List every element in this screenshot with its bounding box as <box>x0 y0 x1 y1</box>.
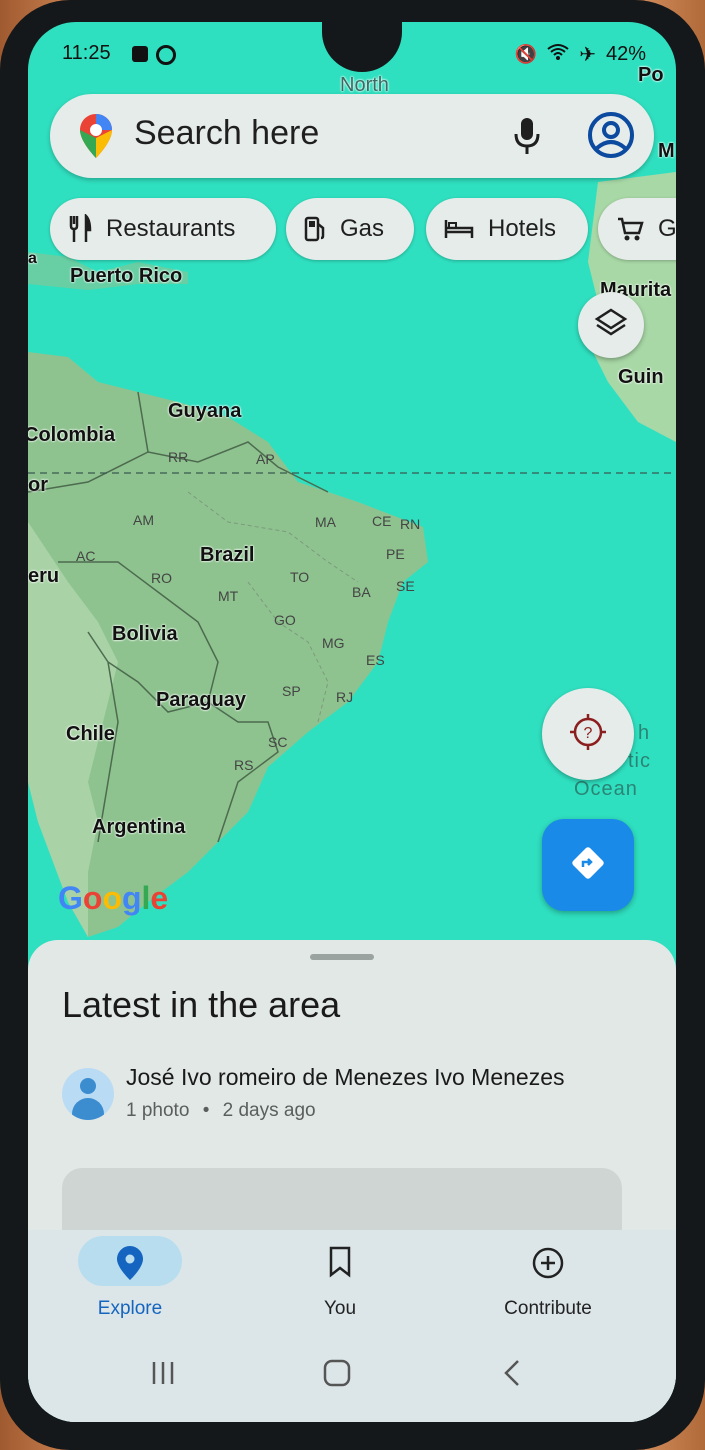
bookmark-icon <box>328 1246 352 1283</box>
state-label: AC <box>76 548 96 564</box>
airplane-icon: ✈ <box>579 44 596 66</box>
layers-icon <box>594 306 628 345</box>
directions-icon <box>568 843 608 888</box>
map-label-ocean-1: h <box>638 722 651 744</box>
battery-level: 42% <box>605 43 646 65</box>
nav-explore[interactable]: Explore <box>30 1230 230 1330</box>
drag-handle[interactable] <box>310 954 374 960</box>
back-icon[interactable] <box>498 1358 528 1393</box>
fork-knife-icon <box>68 214 92 244</box>
post-meta: 1 photo • 2 days ago <box>126 1100 316 1122</box>
status-time: 11:25 <box>62 42 111 64</box>
my-location-button[interactable]: ? <box>542 688 634 780</box>
meta-separator: • <box>202 1100 210 1121</box>
recent-apps-icon[interactable] <box>148 1358 178 1393</box>
state-label: RN <box>400 516 421 532</box>
avatar[interactable] <box>62 1068 114 1120</box>
search-input[interactable]: Search here <box>134 114 319 153</box>
state-label: SE <box>396 578 415 594</box>
map-label-a: a <box>28 250 37 267</box>
map-label-puerto-rico: Puerto Rico <box>70 265 183 287</box>
state-label: MA <box>315 514 336 530</box>
state-label: AM <box>133 512 154 528</box>
pin-icon <box>117 1246 143 1285</box>
cart-icon <box>616 216 644 242</box>
state-label: SC <box>268 734 288 750</box>
bed-icon <box>444 218 474 240</box>
account-icon[interactable] <box>586 110 636 165</box>
chip-label: Hotels <box>488 215 557 242</box>
map-label-paraguay: Paraguay <box>156 689 247 711</box>
map-label-peru: eru <box>28 565 60 587</box>
home-icon[interactable] <box>322 1358 352 1393</box>
map-label-ocean-3: Ocean <box>574 778 638 800</box>
microphone-icon[interactable] <box>512 116 542 161</box>
notification-icon <box>132 46 148 62</box>
state-label: RR <box>168 449 189 465</box>
location-unknown-icon: ? <box>568 712 608 757</box>
nav-you[interactable]: You <box>240 1230 440 1330</box>
map-label-ocean-2: tic <box>628 750 651 772</box>
state-label: RO <box>151 570 172 586</box>
chip-hotels[interactable]: Hotels <box>426 198 588 260</box>
map-label-chile: Chile <box>66 723 115 745</box>
mute-icon: 🔇 <box>514 44 538 64</box>
sheet-title: Latest in the area <box>62 984 341 1025</box>
post-photo-count: 1 photo <box>126 1100 190 1121</box>
wifi-icon <box>547 43 569 67</box>
state-label: CE <box>372 513 392 529</box>
sync-icon <box>156 45 176 65</box>
state-label: PE <box>386 546 405 562</box>
state-label: TO <box>290 569 310 585</box>
map-label-guinea: Guin <box>618 366 664 388</box>
map-label-ecuador: or <box>28 474 48 496</box>
directions-button[interactable] <box>542 819 634 911</box>
svg-text:?: ? <box>584 725 593 742</box>
nav-label: Contribute <box>504 1298 592 1319</box>
post-time: 2 days ago <box>222 1100 316 1121</box>
map-label-guyana: Guyana <box>168 400 242 422</box>
post-author[interactable]: José Ivo romeiro de Menezes Ivo Menezes <box>126 1064 564 1091</box>
search-bar[interactable]: Search here <box>50 94 654 178</box>
chip-groceries[interactable]: G <box>598 198 676 260</box>
chip-gas[interactable]: Gas <box>286 198 414 260</box>
state-label: GO <box>274 612 296 628</box>
plus-circle-icon <box>531 1246 565 1285</box>
layers-button[interactable] <box>578 292 644 358</box>
nav-label: You <box>323 1298 357 1319</box>
state-label: MG <box>322 635 345 651</box>
maps-pin-icon <box>80 114 112 163</box>
map-label-colombia: Colombia <box>28 424 116 446</box>
chip-label: Restaurants <box>106 215 236 242</box>
map-label-bolivia: Bolivia <box>112 623 178 645</box>
map-label-m: M <box>658 140 675 162</box>
state-label: AP <box>256 451 275 467</box>
map-label-brazil: Brazil <box>200 544 255 566</box>
map-label-argentina: Argentina <box>92 816 186 838</box>
google-logo: Google <box>58 880 169 916</box>
state-label: ES <box>366 652 385 668</box>
nav-contribute[interactable]: Contribute <box>448 1230 648 1330</box>
gas-pump-icon <box>304 216 326 242</box>
state-label: BA <box>352 584 371 600</box>
phone-frame: North Po M a Puerto Rico Maurita Guin Gu… <box>0 0 705 1450</box>
bottom-navigation: Explore You Contribute <box>28 1230 676 1330</box>
chip-restaurants[interactable]: Restaurants <box>50 198 276 260</box>
chip-label: G <box>658 215 676 242</box>
state-label: RS <box>234 757 254 773</box>
system-navigation-bar <box>28 1330 676 1422</box>
state-label: SP <box>282 683 301 699</box>
state-label: MT <box>218 588 239 604</box>
state-label: RJ <box>336 689 354 705</box>
nav-label: Explore <box>97 1298 163 1319</box>
chip-label: Gas <box>340 215 385 242</box>
screen: North Po M a Puerto Rico Maurita Guin Gu… <box>28 22 676 1422</box>
